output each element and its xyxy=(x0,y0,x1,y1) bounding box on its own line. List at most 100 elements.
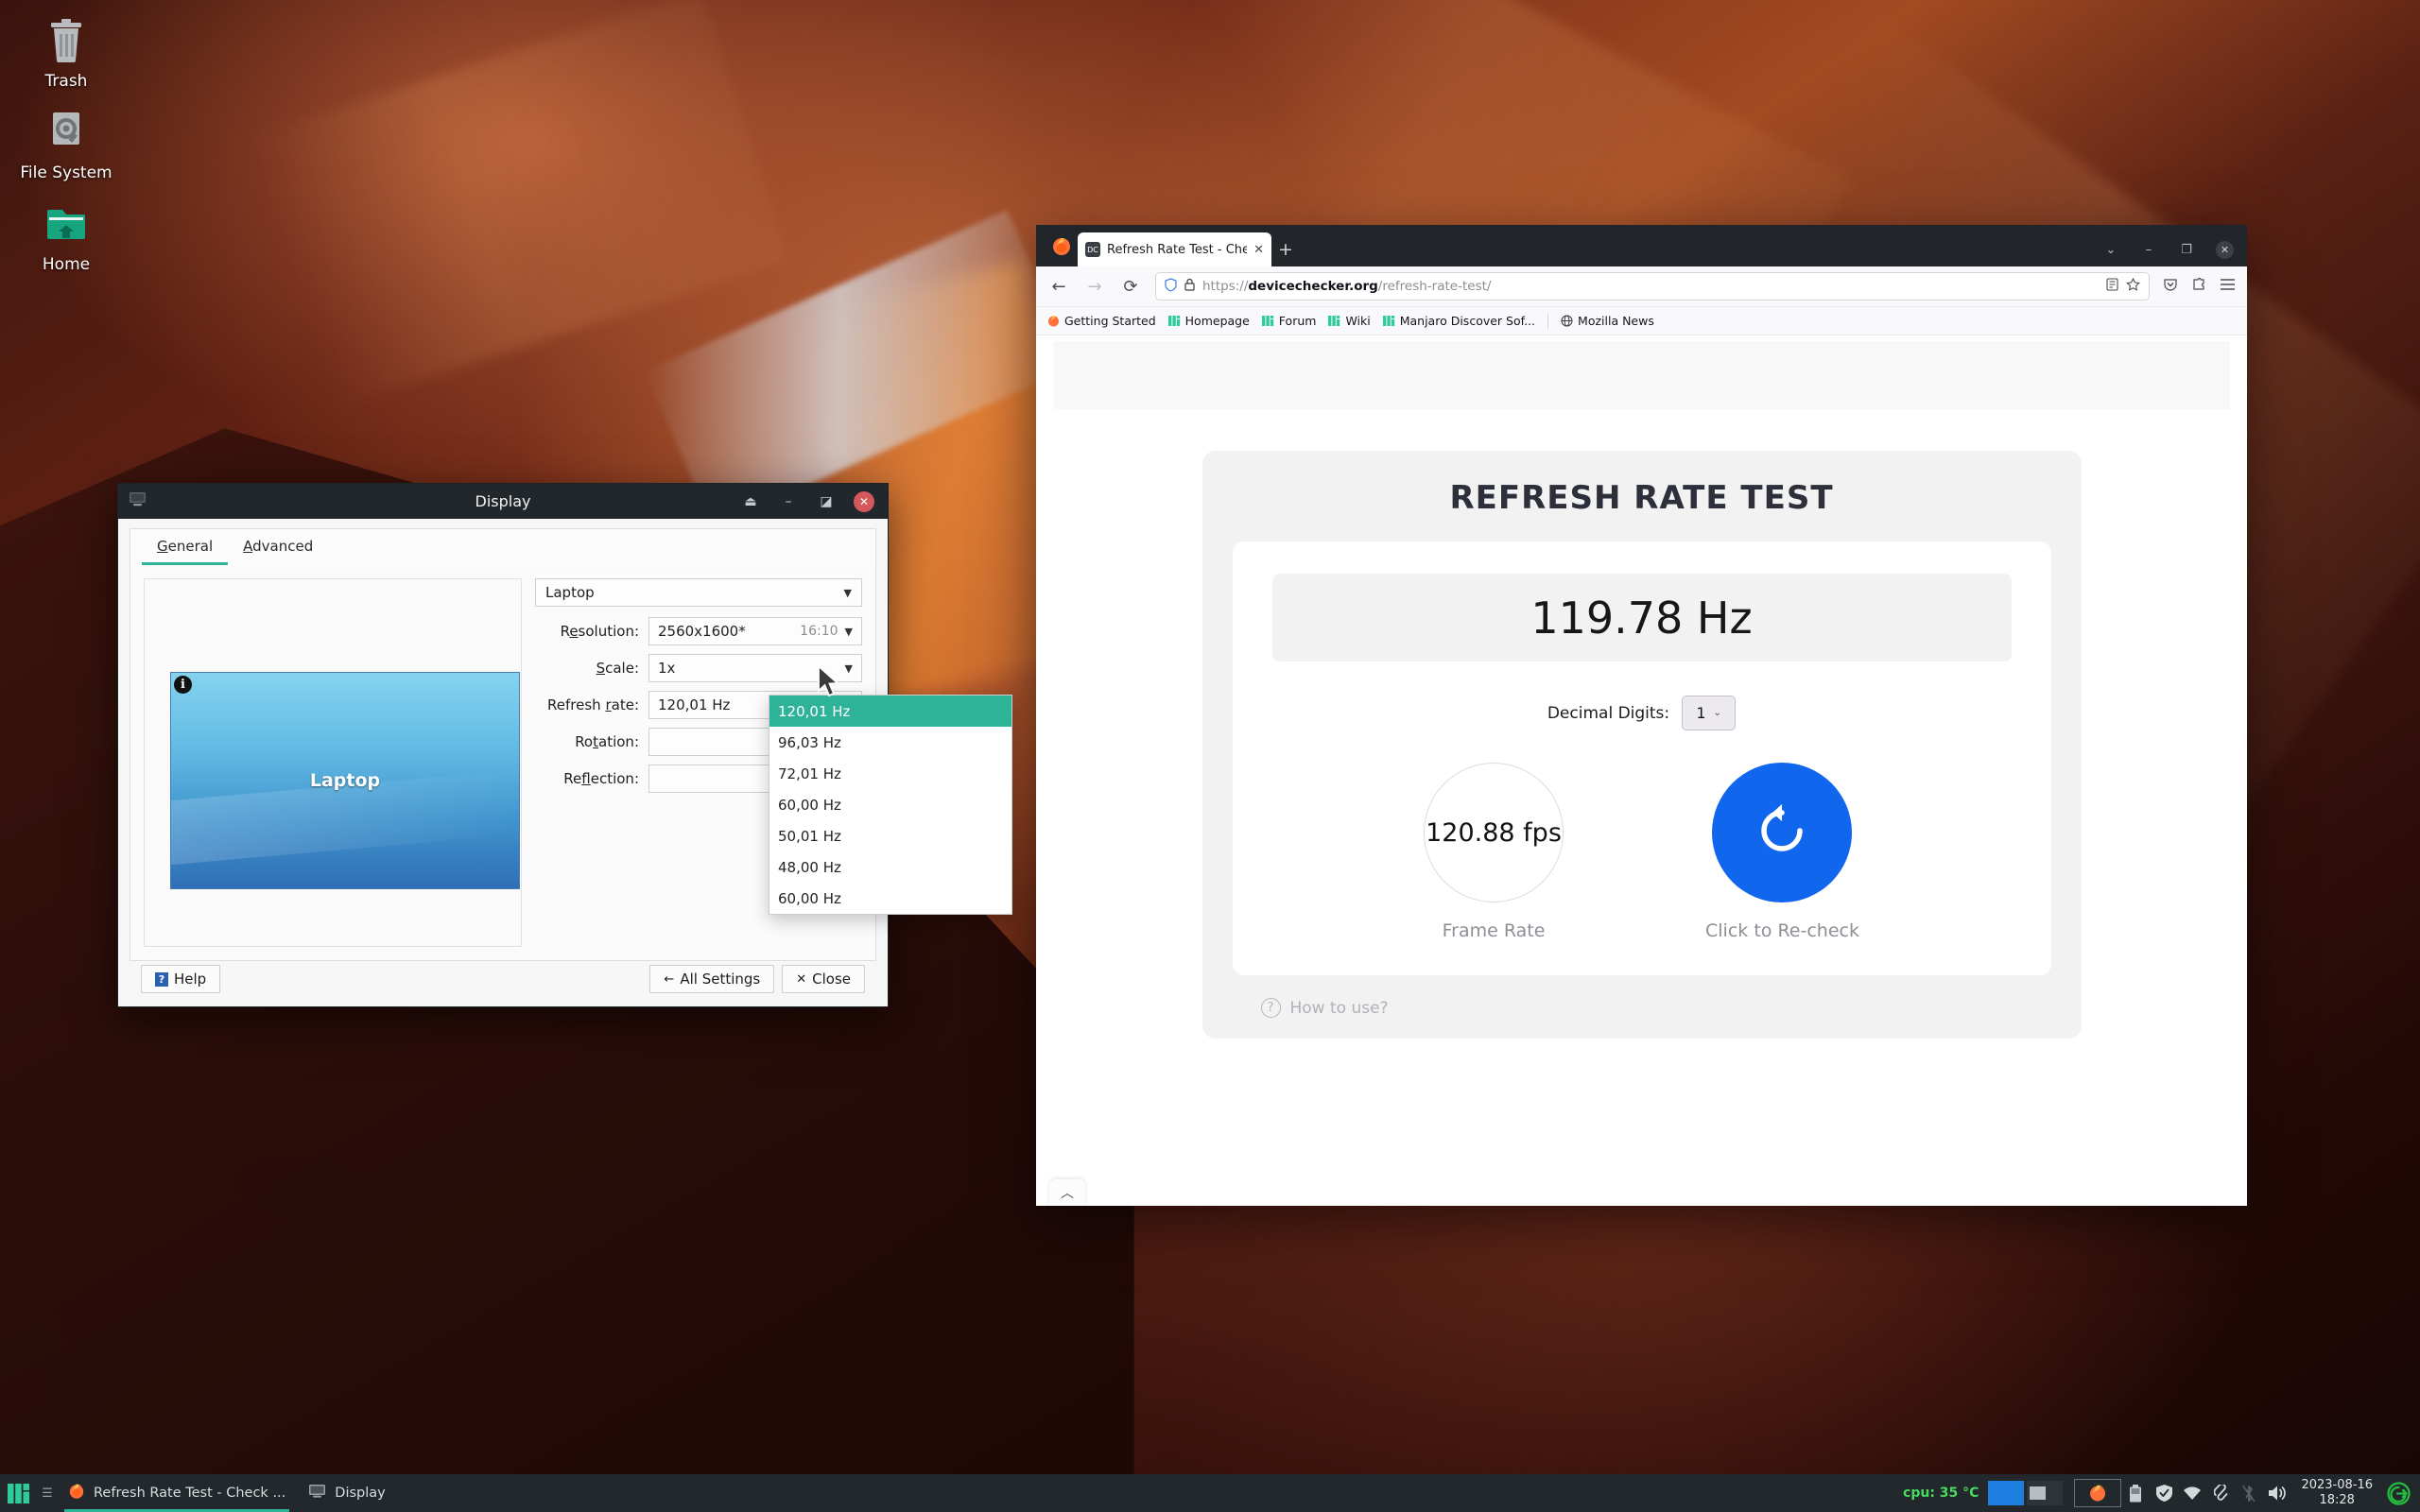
wifi-icon[interactable] xyxy=(2178,1474,2206,1512)
chevron-down-icon: ▼ xyxy=(845,662,853,675)
info-badge-icon[interactable]: i xyxy=(174,676,192,694)
help-button[interactable]: ? Help xyxy=(141,965,220,993)
desktop-icon-trash[interactable]: Trash xyxy=(5,17,128,91)
scroll-to-top-button[interactable]: ︿ xyxy=(1049,1179,1085,1206)
refresh-rate-option[interactable]: 60,00 Hz xyxy=(769,883,1011,914)
browser-tab[interactable]: DC Refresh Rate Test - Check M ✕ xyxy=(1078,232,1271,266)
display-settings-dialog[interactable]: Display ⏏ – ◪ ✕ General Advanced i Lapto… xyxy=(117,483,889,1007)
tab-general[interactable]: General xyxy=(142,529,228,565)
workspace-pager[interactable] xyxy=(1988,1481,2063,1505)
monitor-preview-laptop[interactable]: i Laptop xyxy=(170,672,520,889)
tab-advanced-rest: dvanced xyxy=(252,538,313,555)
how-to-use-link[interactable]: ? How to use? xyxy=(1261,998,2051,1018)
scale-select[interactable]: 1x ▼ xyxy=(648,654,862,682)
restore-icon[interactable]: ❐ xyxy=(2178,243,2195,257)
scale-label: Scale: xyxy=(535,660,648,677)
shield-icon[interactable] xyxy=(2150,1474,2178,1512)
minimize-icon[interactable]: – xyxy=(2140,243,2157,257)
close-icon[interactable]: ✕ xyxy=(2216,241,2234,259)
bookmark-manjaro-discover[interactable]: Manjaro Discover Sof... xyxy=(1383,314,1535,328)
taskbar-item-display[interactable]: Display xyxy=(297,1474,396,1512)
refresh-rate-option[interactable]: 50,01 Hz xyxy=(769,820,1011,851)
recheck-caption: Click to Re-check xyxy=(1705,920,1859,941)
eject-icon[interactable]: ⏏ xyxy=(740,491,761,512)
tab-strip-wrapper: General Advanced xyxy=(130,528,876,565)
close-tab-icon[interactable]: ✕ xyxy=(1253,243,1264,257)
refresh-rate-dropdown[interactable]: 120,01 Hz 96,03 Hz 72,01 Hz 60,00 Hz 50,… xyxy=(769,695,1012,915)
reader-view-icon[interactable] xyxy=(2106,278,2118,295)
taskbar-item-firefox[interactable]: Refresh Rate Test - Check ... xyxy=(57,1474,297,1512)
shield-icon[interactable] xyxy=(1165,278,1177,296)
bookmark-star-icon[interactable] xyxy=(2126,278,2140,295)
list-all-tabs-icon[interactable]: ⌄ xyxy=(2102,243,2119,257)
decimal-digits-select[interactable]: 1 ⌄ xyxy=(1682,696,1736,730)
manjaro-icon xyxy=(1328,315,1340,327)
clipboard-icon[interactable] xyxy=(2206,1474,2235,1512)
address-bar[interactable]: https://devicechecker.org/refresh-rate-t… xyxy=(1155,272,2150,301)
back-icon[interactable]: ← xyxy=(1047,277,1070,297)
new-tab-button[interactable]: + xyxy=(1271,232,1300,266)
bookmark-mozilla-news[interactable]: Mozilla News xyxy=(1561,314,1654,328)
logout-icon[interactable] xyxy=(2382,1474,2414,1512)
battery-icon[interactable] xyxy=(2121,1474,2150,1512)
harddisk-icon xyxy=(5,109,128,160)
refresh-rate-option[interactable]: 60,00 Hz xyxy=(769,789,1011,820)
manjaro-menu-icon[interactable] xyxy=(0,1474,38,1512)
frame-rate-circle: 120.88 fps xyxy=(1424,763,1564,902)
extensions-icon[interactable] xyxy=(2191,277,2206,296)
close-icon[interactable]: ✕ xyxy=(854,491,874,512)
refresh-rate-option[interactable]: 48,00 Hz xyxy=(769,851,1011,883)
bookmark-wiki[interactable]: Wiki xyxy=(1328,314,1370,328)
all-settings-button[interactable]: ← All Settings xyxy=(649,965,774,993)
bookmark-label: Mozilla News xyxy=(1578,314,1654,328)
page-viewport: REFRESH RATE TEST 119.78 Hz Decimal Digi… xyxy=(1036,335,2247,1206)
refresh-rate-option[interactable]: 72,01 Hz xyxy=(769,758,1011,789)
rotation-label: Rotation: xyxy=(535,733,648,750)
desktop-icon-file-system[interactable]: File System xyxy=(5,109,128,182)
close-button[interactable]: ✕ Close xyxy=(782,965,865,993)
url-text: https://devicechecker.org/refresh-rate-t… xyxy=(1202,279,2099,294)
bluetooth-icon[interactable] xyxy=(2235,1474,2263,1512)
frame-rate-caption: Frame Rate xyxy=(1443,920,1546,941)
bookmark-label: Homepage xyxy=(1185,314,1250,328)
dialog-titlebar[interactable]: Display ⏏ – ◪ ✕ xyxy=(118,484,888,519)
field-resolution: Resolution: 2560x1600* 16:10 ▼ xyxy=(535,617,862,645)
window-menu-icon[interactable]: ☰ xyxy=(38,1486,57,1501)
bookmarks-separator xyxy=(1547,314,1548,329)
workspace-2[interactable] xyxy=(2027,1481,2063,1505)
workspace-1[interactable] xyxy=(1988,1481,2024,1505)
pocket-icon[interactable] xyxy=(2163,277,2178,296)
desktop-icon-home[interactable]: Home xyxy=(5,200,128,274)
recheck-button[interactable] xyxy=(1712,763,1852,902)
bookmark-forum[interactable]: Forum xyxy=(1262,314,1317,328)
home-folder-icon xyxy=(5,200,128,251)
chevron-down-icon: ▼ xyxy=(845,626,853,638)
refresh-rate-test-card: REFRESH RATE TEST 119.78 Hz Decimal Digi… xyxy=(1202,451,2082,1039)
chevron-up-icon: ︿ xyxy=(1061,1183,1074,1202)
reload-icon[interactable]: ⟳ xyxy=(1119,277,1142,297)
bookmark-homepage[interactable]: Homepage xyxy=(1168,314,1250,328)
bookmark-getting-started[interactable]: Getting Started xyxy=(1047,314,1156,328)
refresh-rate-option[interactable]: 96,03 Hz xyxy=(769,727,1011,758)
clock[interactable]: 2023-08-16 18:28 xyxy=(2291,1478,2382,1508)
decimal-digits-value: 1 xyxy=(1696,704,1705,722)
refresh-rate-option[interactable]: 120,01 Hz xyxy=(769,696,1011,727)
firefox-logo-icon xyxy=(1046,225,1078,266)
firefox-window[interactable]: DC Refresh Rate Test - Check M ✕ + ⌄ – ❐… xyxy=(1036,225,2247,1206)
maximize-icon[interactable]: ◪ xyxy=(816,491,837,512)
tab-advanced[interactable]: Advanced xyxy=(228,529,328,565)
volume-icon[interactable] xyxy=(2263,1474,2291,1512)
bookmarks-bar: Getting Started Homepage Forum Wiki Manj… xyxy=(1036,307,2247,335)
reflection-label: Reflection: xyxy=(535,770,648,787)
recheck-gauge[interactable]: Click to Re-check xyxy=(1705,763,1859,941)
minimize-icon[interactable]: – xyxy=(778,491,799,512)
lock-icon[interactable] xyxy=(1184,278,1195,295)
clock-time: 18:28 xyxy=(2301,1493,2373,1508)
app-menu-icon[interactable] xyxy=(2220,278,2236,295)
monitor-preview-pane[interactable]: i Laptop xyxy=(144,578,522,947)
resolution-select[interactable]: 2560x1600* 16:10 ▼ xyxy=(648,617,862,645)
devicechecker-favicon: DC xyxy=(1085,242,1100,257)
window-thumbnail-firefox[interactable] xyxy=(2074,1479,2121,1507)
forward-icon[interactable]: → xyxy=(1083,277,1106,297)
output-select[interactable]: Laptop ▼ xyxy=(535,578,862,607)
